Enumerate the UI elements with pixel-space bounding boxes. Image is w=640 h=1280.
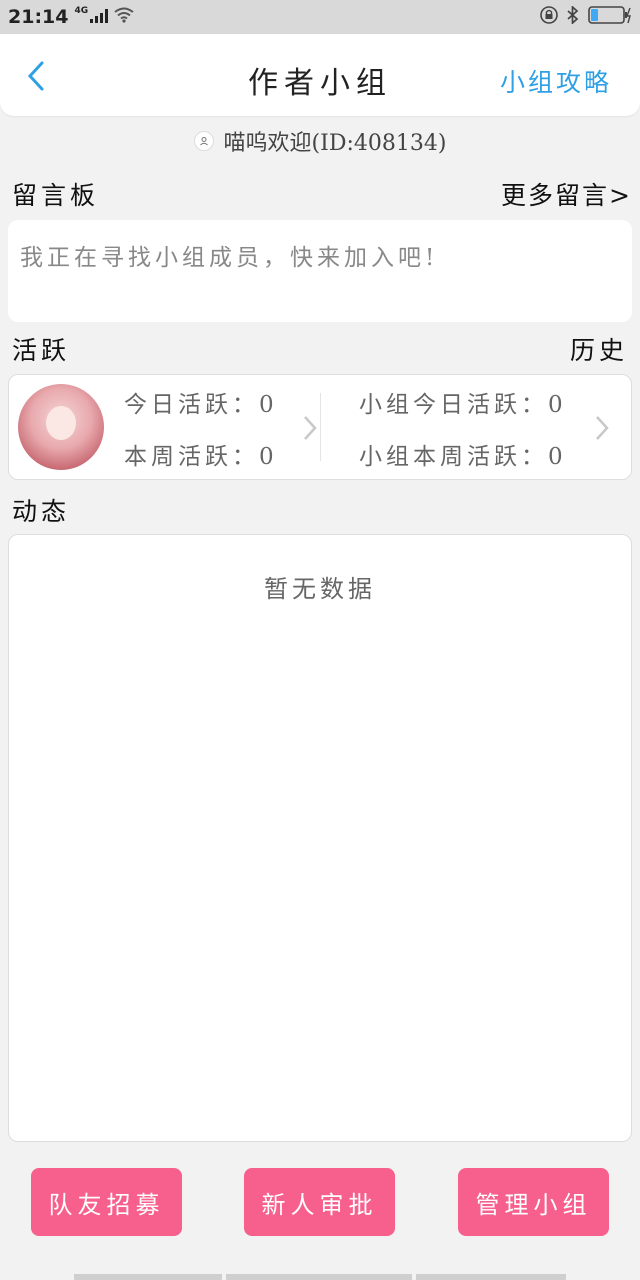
group-week-activity: 小组本周活跃：0 (359, 444, 567, 470)
network-type: 4G (74, 6, 89, 16)
week-activity: 本周活跃：0 (124, 444, 278, 470)
status-time: 21:14 (8, 6, 69, 28)
status-bar: 21:14 4G (0, 0, 640, 34)
status-right (540, 4, 632, 30)
chevron-right-icon[interactable] (595, 415, 609, 441)
board-message: 我正在寻找小组成员，快来加入吧! (20, 245, 439, 271)
manage-group-button[interactable]: 管理小组 (458, 1168, 609, 1236)
bottom-tab-hint (416, 1274, 566, 1280)
board-title: 留言板 (12, 181, 100, 210)
feed-panel: 暂无数据 (8, 534, 632, 1142)
activity-title: 活跃 (12, 336, 71, 365)
feed-title: 动态 (12, 497, 71, 526)
activity-divider (320, 393, 321, 461)
bottom-tab-hint (74, 1274, 222, 1280)
activity-card: 今日活跃：0 本周活跃：0 小组今日活跃：0 小组本周活跃：0 (8, 374, 632, 480)
chevron-right-icon[interactable] (303, 415, 317, 441)
recruit-teammates-button[interactable]: 队友招募 (31, 1168, 182, 1236)
avatar-face (46, 406, 76, 440)
header: 作者小组 小组攻略 (0, 34, 640, 116)
history-link[interactable]: 历史 (570, 331, 628, 367)
lock-icon (540, 5, 558, 29)
message-board[interactable]: 我正在寻找小组成员，快来加入吧! (8, 220, 632, 322)
status-left: 21:14 4G (8, 6, 134, 28)
group-today-activity: 小组今日活跃：0 (359, 392, 567, 418)
wifi-icon (114, 6, 134, 28)
group-strategy-link[interactable]: 小组攻略 (500, 63, 612, 99)
battery-icon (588, 5, 632, 30)
approve-newcomers-button[interactable]: 新人审批 (244, 1168, 395, 1236)
user-mini-avatar (193, 131, 214, 151)
empty-state-text: 暂无数据 (264, 575, 376, 603)
today-activity: 今日活跃：0 (124, 392, 278, 418)
avatar (18, 384, 104, 470)
welcome-text: 喵呜欢迎(ID:408134) (223, 131, 447, 156)
bluetooth-icon (566, 4, 580, 29)
welcome-line: 喵呜欢迎(ID:408134) (0, 124, 640, 158)
more-messages-link[interactable]: 更多留言> (501, 176, 632, 212)
bottom-tab-hint (226, 1274, 412, 1280)
signal-icon (90, 6, 109, 28)
